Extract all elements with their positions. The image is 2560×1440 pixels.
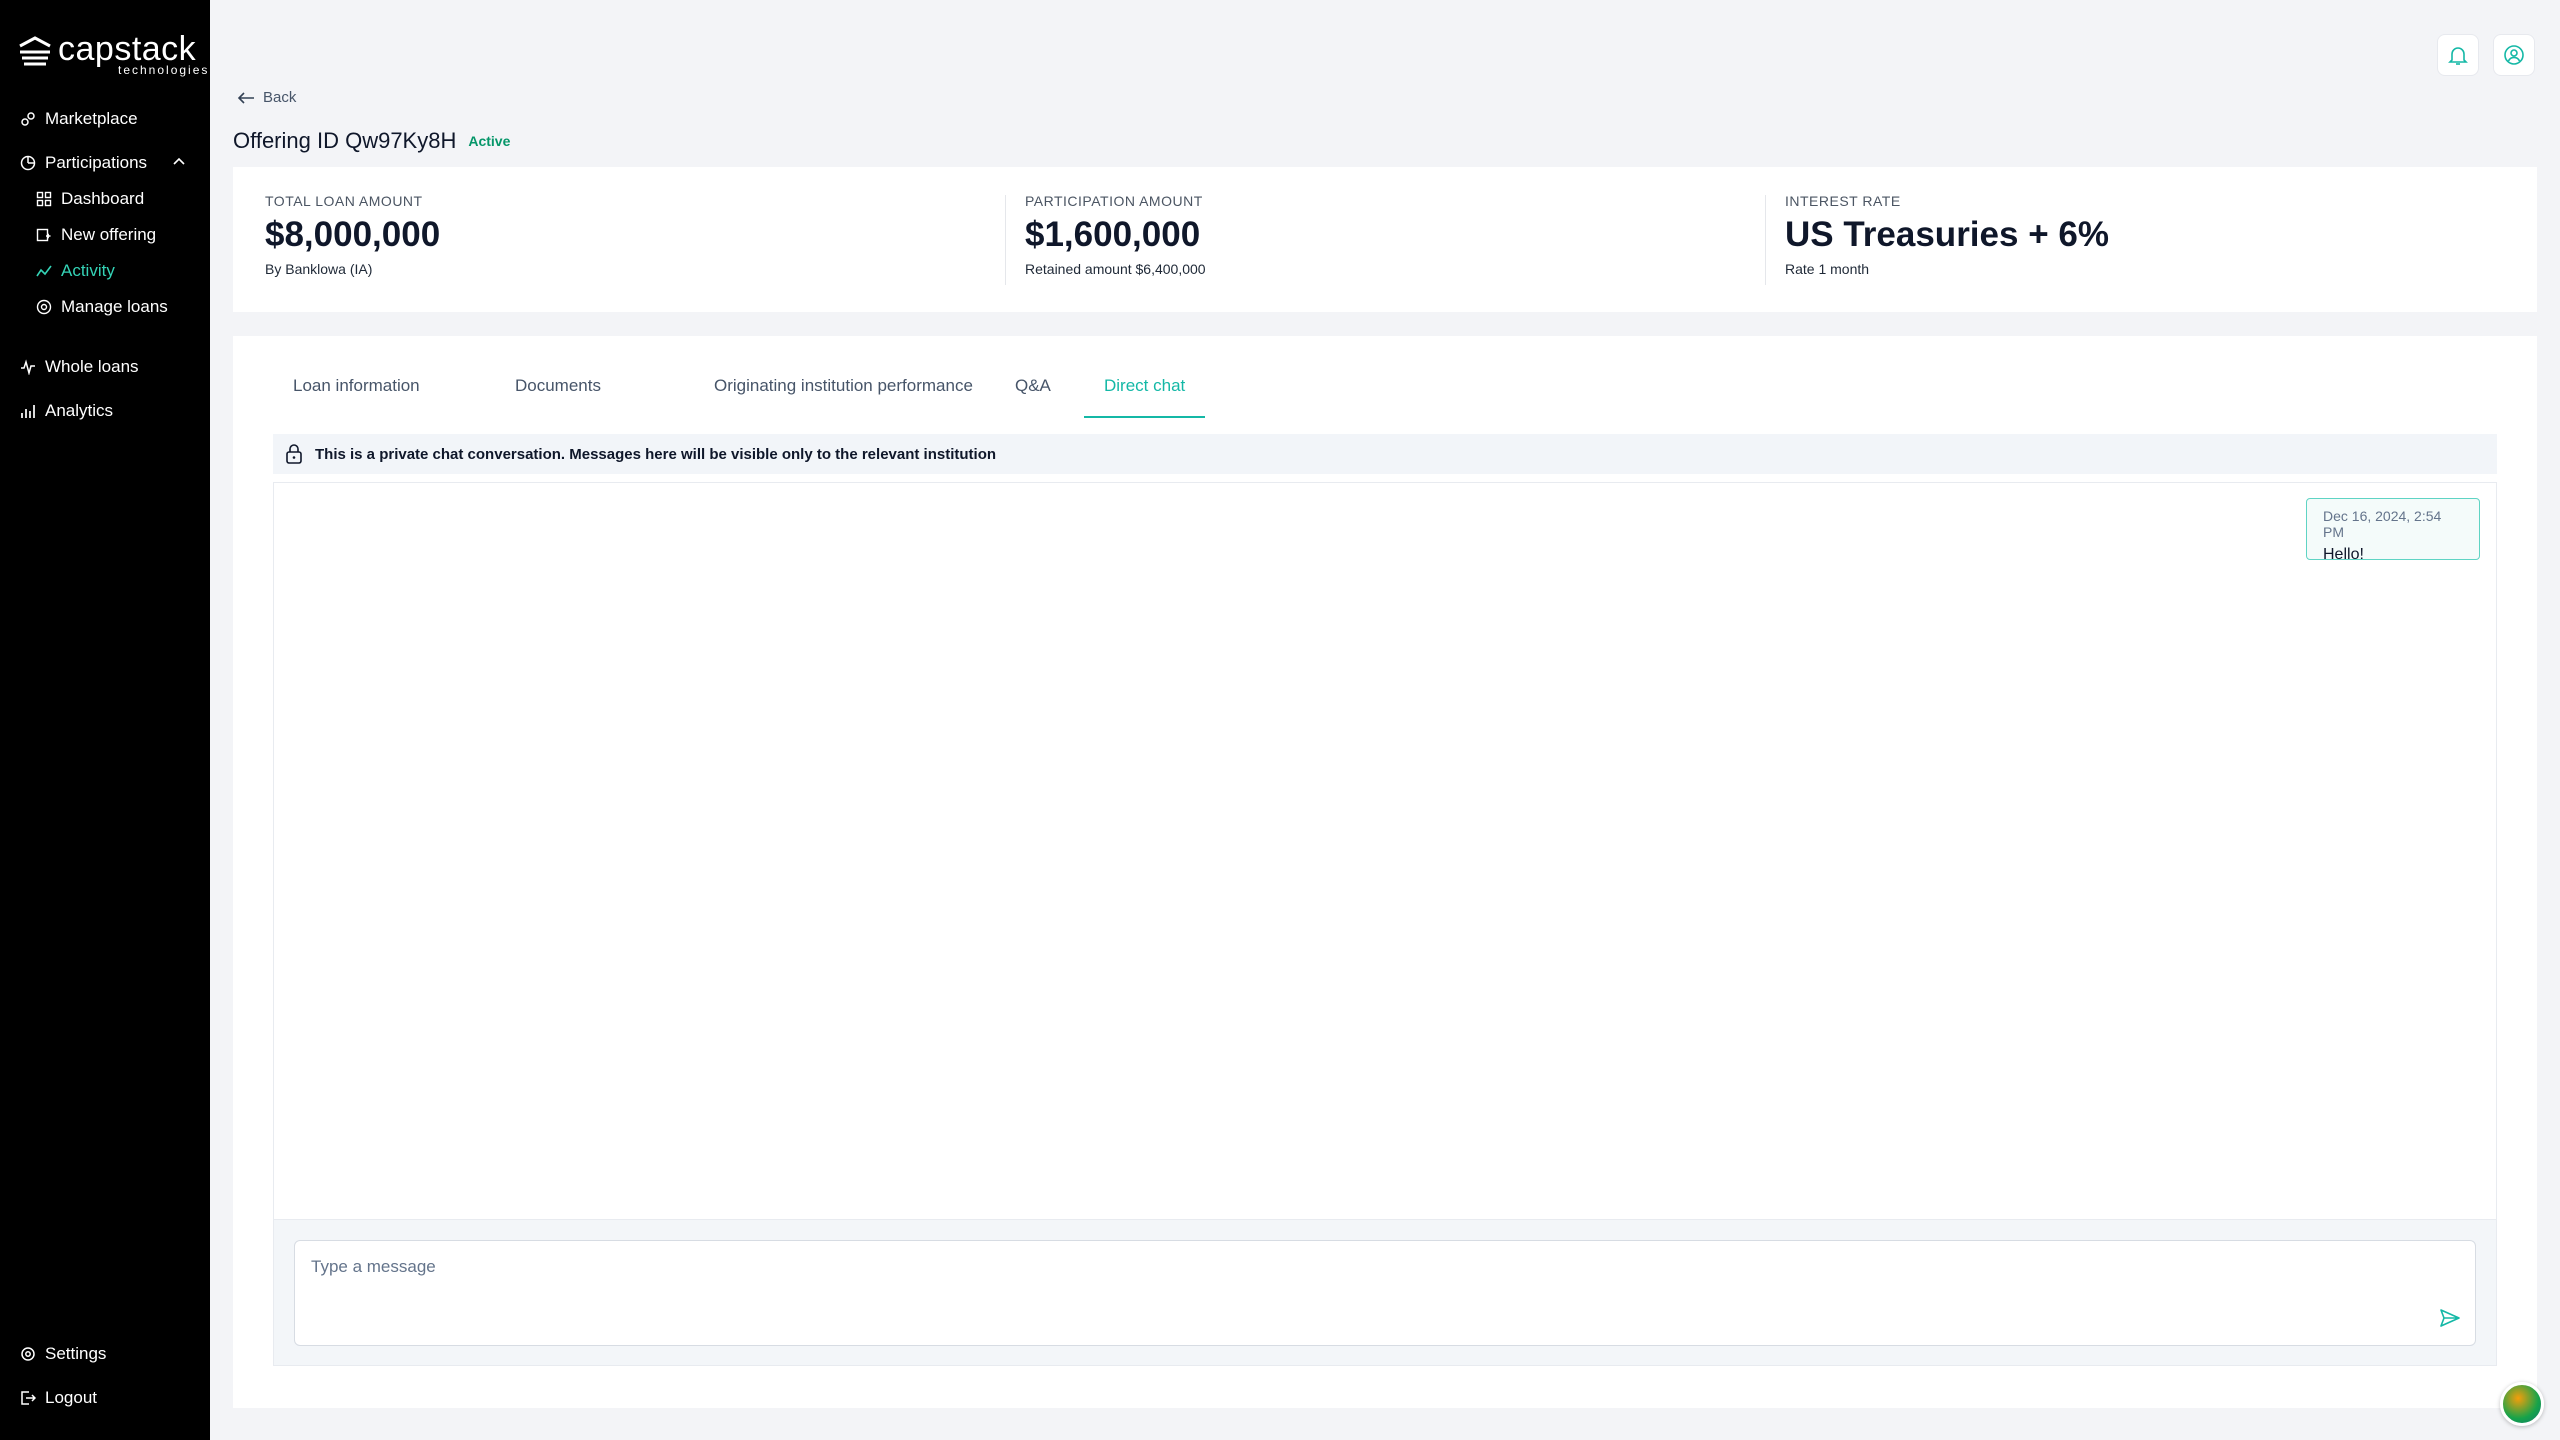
sidebar-item-marketplace[interactable]: Marketplace [20, 107, 138, 131]
sidebar: capstack technologies Marketplace Partic… [0, 0, 210, 1440]
metric-label: INTEREST RATE [1785, 193, 1901, 209]
sidebar-item-label: Analytics [45, 401, 114, 420]
tab-documents[interactable]: Documents [495, 374, 621, 418]
chat-message: Dec 16, 2024, 2:54 PM Hello! [2306, 498, 2480, 563]
page-title: Offering ID Qw97Ky8H [233, 128, 457, 153]
capstack-logo[interactable]: capstack technologies [18, 30, 207, 78]
tab-loan-information[interactable]: Loan information [273, 374, 440, 418]
metric-value: $1,600,000 [1025, 215, 1201, 254]
gear-icon [21, 1347, 35, 1361]
whole-loans-icon [21, 359, 35, 375]
back-label: Back [263, 89, 297, 106]
sidebar-item-label: Participations [45, 153, 148, 172]
notifications-button[interactable] [2437, 34, 2479, 76]
sidebar-item-manage-loans[interactable]: Manage loans [36, 295, 168, 319]
arrow-left-icon [237, 91, 254, 104]
sidebar-item-label: Logout [45, 1388, 97, 1407]
sidebar-item-label: Settings [45, 1344, 107, 1363]
sidebar-item-label: Manage loans [61, 297, 168, 316]
sidebar-item-dashboard[interactable]: Dashboard [36, 187, 144, 211]
participations-icon [20, 155, 36, 171]
logo-mark-icon [19, 36, 51, 66]
lock-icon [286, 444, 302, 464]
tab-direct-chat[interactable]: Direct chat [1084, 374, 1206, 418]
sidebar-item-activity[interactable]: Activity [36, 259, 115, 283]
floating-avatar[interactable] [2500, 1382, 2544, 1426]
sidebar-item-analytics[interactable]: Analytics [20, 399, 113, 423]
sidebar-item-label: Activity [61, 261, 115, 280]
dashboard-icon [36, 191, 52, 207]
summary-card: TOTAL LOAN AMOUNT $8,000,000 By Banklowa… [233, 167, 2537, 312]
chat-messages[interactable]: Dec 16, 2024, 2:54 PM Hello! [273, 482, 2497, 1220]
activity-icon [36, 265, 52, 277]
manage-loans-icon [36, 299, 52, 315]
composer-area [273, 1220, 2497, 1366]
sidebar-item-whole-loans[interactable]: Whole loans [20, 355, 139, 379]
private-chat-banner: This is a private chat conversation. Mes… [273, 434, 2497, 474]
sidebar-item-new-offering[interactable]: New offering [36, 223, 156, 247]
status-badge: Active [468, 133, 511, 149]
metric-participation: PARTICIPATION AMOUNT $1,600,000 Retained… [1025, 193, 1206, 277]
banner-text: This is a private chat conversation. Mes… [315, 445, 997, 463]
metric-note: By Banklowa (IA) [265, 261, 373, 277]
divider [1005, 195, 1006, 285]
title-row: Offering ID Qw97Ky8H Active [233, 128, 510, 154]
send-icon[interactable] [2439, 1307, 2461, 1329]
tab-originating-institution-performance[interactable]: Originating institution performance [694, 374, 993, 418]
metric-note: Retained amount $6,400,000 [1025, 261, 1206, 277]
chevron-up-icon[interactable] [172, 155, 186, 169]
user-circle-icon [2504, 45, 2524, 65]
metric-label: TOTAL LOAN AMOUNT [265, 193, 423, 209]
profile-button[interactable] [2493, 34, 2535, 76]
brand-sub: technologies [118, 63, 210, 77]
sidebar-item-label: Marketplace [45, 109, 138, 128]
metric-note: Rate 1 month [1785, 261, 1870, 277]
marketplace-icon [21, 112, 35, 126]
message-composer [294, 1240, 2476, 1346]
sidebar-item-label: Dashboard [61, 189, 145, 208]
metric-label: PARTICIPATION AMOUNT [1025, 193, 1203, 209]
message-text: Hello! [2323, 546, 2364, 563]
metric-interest-rate: INTEREST RATE US Treasuries + 6% Rate 1 … [1785, 193, 2109, 277]
logout-icon [21, 1391, 36, 1405]
metric-total-loan: TOTAL LOAN AMOUNT $8,000,000 By Banklowa… [265, 193, 440, 277]
metric-value: US Treasuries + 6% [1785, 215, 2109, 254]
message-time: Dec 16, 2024, 2:54 PM [2323, 508, 2442, 540]
sidebar-item-label: Whole loans [45, 357, 139, 376]
back-link[interactable]: Back [237, 89, 296, 106]
sidebar-item-participations[interactable]: Participations [20, 151, 147, 175]
divider [1765, 195, 1766, 285]
sidebar-item-settings[interactable]: Settings [20, 1342, 106, 1366]
metric-value: $8,000,000 [265, 215, 441, 254]
main-panel: Loan information Documents Originating i… [233, 336, 2537, 1408]
analytics-icon [21, 405, 35, 418]
message-input[interactable] [295, 1241, 2475, 1345]
bell-icon [2448, 47, 2468, 65]
sidebar-item-logout[interactable]: Logout [20, 1386, 97, 1410]
tab-qa[interactable]: Q&A [995, 374, 1071, 418]
new-offering-icon [36, 228, 51, 242]
sidebar-item-label: New offering [61, 225, 157, 244]
